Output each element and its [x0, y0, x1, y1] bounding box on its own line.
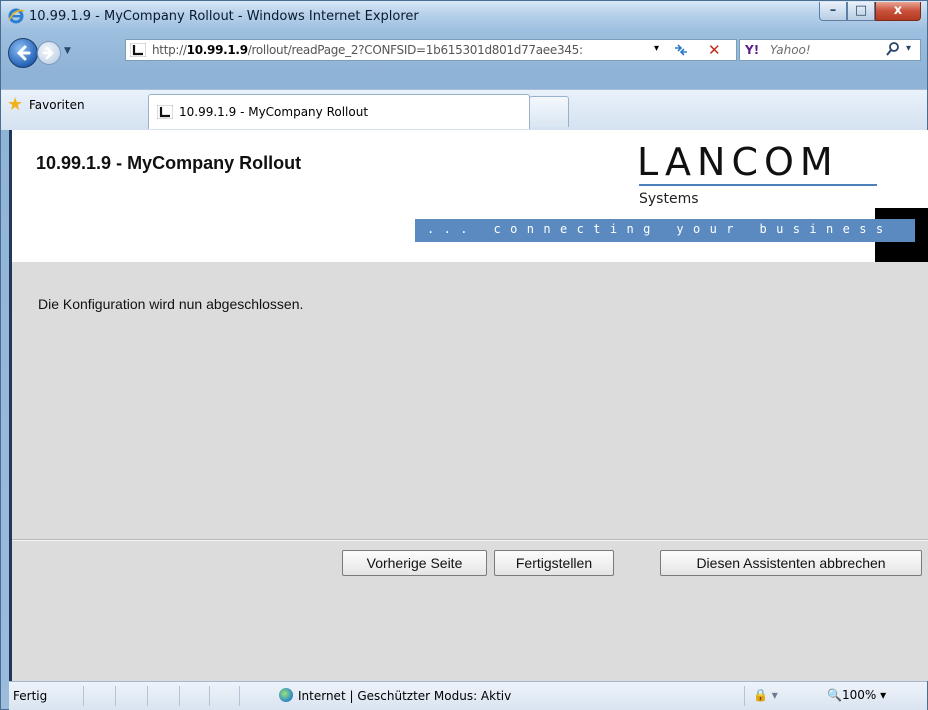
zoom-icon: 🔍: [827, 688, 842, 702]
status-separator: [209, 686, 210, 706]
favorites-button[interactable]: Favoriten: [29, 98, 85, 112]
logo-underline: [639, 184, 877, 186]
window-title: 10.99.1.9 - MyCompany Rollout - Windows …: [29, 9, 419, 24]
search-dropdown-icon[interactable]: ▾: [906, 43, 911, 54]
refresh-icon[interactable]: [672, 42, 690, 62]
status-message: Die Konfiguration wird nun abgeschlossen…: [38, 296, 304, 312]
tagline-bar: ... connecting your business: [415, 219, 915, 242]
address-bar[interactable]: http://10.99.1.9/rollout/readPage_2?CONF…: [125, 39, 737, 61]
title-bar: 10.99.1.9 - MyCompany Rollout - Windows …: [1, 1, 927, 31]
status-separator: [147, 686, 148, 706]
arrow-right-icon: [42, 46, 54, 60]
stop-icon[interactable]: ✕: [708, 41, 721, 59]
page-content: 10.99.1.9 - MyCompany Rollout LANCOM Sys…: [9, 130, 928, 681]
maximize-icon: □: [854, 3, 868, 18]
forward-button[interactable]: [37, 41, 61, 65]
minimize-icon: –: [829, 3, 837, 18]
arrow-left-icon: [16, 45, 31, 61]
finish-button[interactable]: Fertigstellen: [494, 550, 614, 576]
tab-bar: ★ Favoriten 10.99.1.9 - MyCompany Rollou…: [1, 89, 927, 130]
yahoo-logo-icon: Y!: [745, 43, 760, 57]
lancom-logo: LANCOM: [637, 140, 839, 184]
status-separator: [239, 686, 240, 706]
back-button[interactable]: [8, 38, 38, 68]
address-dropdown-icon[interactable]: ▾: [654, 43, 659, 54]
status-bar: Fertig Internet | Geschützter Modus: Akt…: [9, 681, 927, 710]
tagline-text: ... connecting your business: [427, 222, 893, 236]
close-icon: x: [893, 3, 903, 18]
search-placeholder[interactable]: Yahoo!: [770, 43, 811, 57]
page-header: 10.99.1.9 - MyCompany Rollout LANCOM Sys…: [12, 130, 928, 262]
new-tab-button[interactable]: [529, 96, 569, 127]
page-title: 10.99.1.9 - MyCompany Rollout: [36, 153, 302, 173]
lancom-favicon-icon: [157, 105, 173, 119]
history-dropdown-icon[interactable]: ▼: [64, 46, 71, 56]
lancom-favicon-icon: [130, 43, 146, 57]
globe-icon: [279, 688, 293, 702]
logo-subtitle: Systems: [639, 191, 699, 207]
status-separator: [83, 686, 84, 706]
status-separator: [744, 686, 745, 706]
favorites-star-icon[interactable]: ★: [7, 94, 23, 115]
footer-divider-highlight: [12, 540, 928, 541]
maximize-button[interactable]: □: [847, 2, 875, 21]
search-box[interactable]: Y! Yahoo! ▾: [739, 39, 921, 61]
status-separator: [115, 686, 116, 706]
zoom-control[interactable]: 🔍100% ▾: [827, 688, 886, 702]
search-icon[interactable]: [886, 41, 900, 61]
protected-mode-icon[interactable]: 🔒 ▾: [753, 688, 778, 702]
window-controls: – □ x: [819, 2, 921, 22]
previous-page-button[interactable]: Vorherige Seite: [342, 550, 487, 576]
internet-explorer-icon: [8, 8, 25, 24]
minimize-button[interactable]: –: [819, 2, 847, 21]
status-separator: [179, 686, 180, 706]
cancel-wizard-button[interactable]: Diesen Assistenten abbrechen: [660, 550, 922, 576]
tab-active[interactable]: 10.99.1.9 - MyCompany Rollout: [148, 94, 530, 129]
address-url[interactable]: http://10.99.1.9/rollout/readPage_2?CONF…: [152, 43, 657, 57]
browser-window: 10.99.1.9 - MyCompany Rollout - Windows …: [0, 0, 928, 710]
status-text: Fertig: [13, 689, 48, 703]
tab-label: 10.99.1.9 - MyCompany Rollout: [179, 105, 369, 119]
close-button[interactable]: x: [875, 2, 921, 21]
security-zone[interactable]: Internet | Geschützter Modus: Aktiv: [279, 688, 511, 703]
